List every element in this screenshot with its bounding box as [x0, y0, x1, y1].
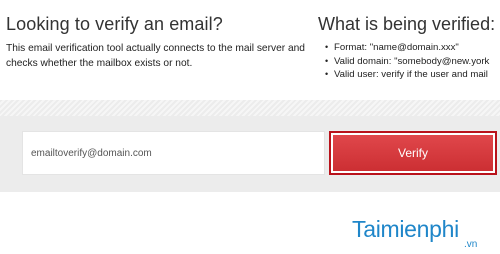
watermark-logo: Taimienphi .vn: [352, 216, 498, 254]
check-item-format: Format: "name@domain.xxx": [325, 41, 500, 55]
check-item-domain: Valid domain: "somebody@new.york: [325, 55, 500, 69]
hatched-divider: [0, 100, 500, 116]
watermark-suffix: .vn: [464, 239, 478, 250]
intro-panel: Looking to verify an email? This email v…: [6, 14, 306, 71]
intro-description: This email verification tool actually co…: [6, 43, 305, 69]
check-item-user: Valid user: verify if the user and mail: [325, 68, 500, 82]
watermark-brand: Taimienphi: [352, 216, 459, 242]
verify-button-highlight: Verify: [329, 131, 497, 175]
verification-checks-panel: What is being verified: Format: "name@do…: [318, 14, 500, 82]
info-section: Looking to verify an email? This email v…: [0, 0, 500, 100]
verify-button[interactable]: Verify: [333, 135, 493, 171]
checks-list: Format: "name@domain.xxx" Valid domain: …: [318, 41, 500, 82]
checks-title: What is being verified:: [318, 14, 496, 34]
email-input[interactable]: [22, 131, 325, 175]
intro-title: Looking to verify an email?: [6, 14, 223, 34]
